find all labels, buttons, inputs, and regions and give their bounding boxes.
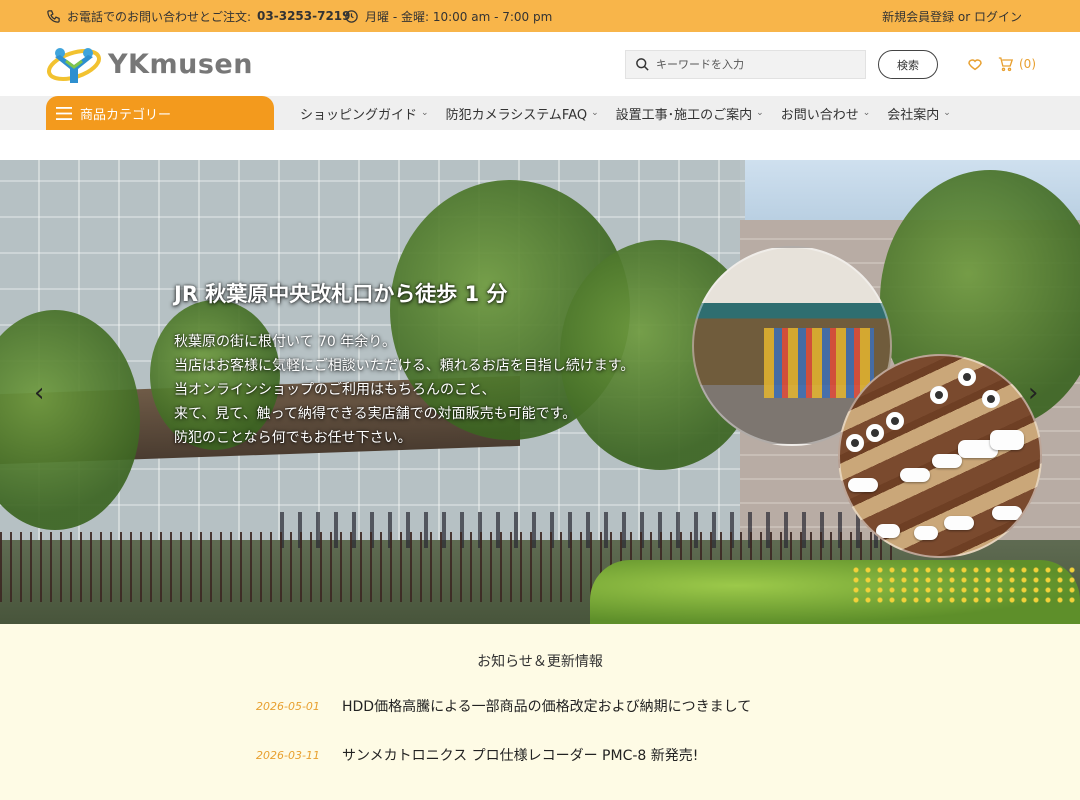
nav-item-company[interactable]: 会社案内 ⌄ [887,104,951,123]
business-hours: 月曜 - 金曜: 10:00 am - 7:00 pm [344,0,552,32]
chevron-down-icon: ⌄ [421,108,429,118]
news-item[interactable]: 2026-03-11 サンメカトロニクス プロ仕様レコーダー PMC-8 新発売… [0,743,1080,769]
bullet-camera [992,506,1022,520]
or-text: or [954,9,974,24]
nav-menu: ショッピングガイド ⌄ 防犯カメラシステムFAQ ⌄ 設置工事･施工のご案内 ⌄ お問… [300,96,968,130]
bullet-camera [876,524,900,538]
nav-item-installation[interactable]: 設置工事･施工のご案内 ⌄ [616,104,764,123]
dome-camera [866,424,884,442]
search-button[interactable]: 検索 [878,50,938,79]
slider-prev-arrow-icon[interactable]: ‹ [34,378,44,408]
chevron-down-icon: ⌄ [943,108,951,118]
chevron-down-icon: ⌄ [591,108,599,118]
search-icon [636,58,649,71]
news-date: 2026-05-01 [256,700,320,713]
dome-camera [958,368,976,386]
nav-item-label: 設置工事･施工のご案内 [615,107,753,123]
bullet-camera [900,468,930,482]
phone-icon [47,9,60,23]
nav-item-label: ショッピングガイド [300,107,418,123]
news-item[interactable]: 2026-05-01 HDD価格高騰による一部商品の価格改定および納期につきまし… [0,694,1080,720]
camera-display-photo [838,354,1042,558]
search-input[interactable] [656,58,856,71]
register-link[interactable]: 新規会員登録 [882,10,954,24]
nav-item-faq[interactable]: 防犯カメラシステムFAQ ⌄ [446,104,599,123]
hero-line: 秋葉原の街に根付いて 70 年余り。 [174,334,397,350]
heart-icon [968,59,982,71]
chevron-down-icon: ⌄ [862,108,871,118]
dome-camera [846,434,864,452]
hero-line: 当オンラインショップのご利用はもちろんのこと、 [174,382,496,398]
category-menu-label: 商品カテゴリー [80,107,172,123]
phone-info: お電話でのお問い合わせとご注文: 03-3253-7219 [46,0,351,32]
main-nav: 商品カテゴリー ショッピングガイド ⌄ 防犯カメラシステムFAQ ⌄ 設置工事･施工… [0,96,1080,130]
news-date: 2026-03-11 [256,749,320,762]
hero-flowers [850,565,1080,605]
site-header: YKmusen 検索 (0) [0,32,1080,96]
bullet-camera [990,430,1024,450]
clock-icon [345,9,358,23]
hero-title: JR 秋葉原中央改札口から徒歩 1 分 [174,282,508,306]
search-box [625,50,866,79]
dome-camera [982,390,1000,408]
dome-camera [930,386,948,404]
hero-line: 防犯のことなら何でもお任せ下さい。 [174,430,412,446]
news-title: お知らせ＆更新情報 [477,654,603,670]
nav-item-contact[interactable]: お問い合わせ ⌄ [781,104,871,123]
top-info-bar: お電話でのお問い合わせとご注文: 03-3253-7219 月曜 - 金曜: 1… [0,0,1080,32]
phone-number[interactable]: 03-3253-7219 [257,9,350,23]
bullet-camera [944,516,974,530]
phone-label: お電話でのお問い合わせとご注文: [67,9,252,24]
bullet-camera [932,454,962,468]
hero-line: 当店はお客様に気軽にご相談いただける、頼れるお店を目指し続けます。 [174,358,635,374]
nav-item-label: お問い合わせ [780,107,859,123]
bullet-camera [914,526,938,540]
site-logo[interactable]: YKmusen [46,42,253,86]
dome-camera [886,412,904,430]
hero-text: JR 秋葉原中央改札口から徒歩 1 分 秋葉原の街に根付いて 70 年余り。 当… [174,278,634,450]
chevron-down-icon: ⌄ [756,108,764,118]
news-section: お知らせ＆更新情報 2026-05-01 HDD価格高騰による一部商品の価格改定… [0,624,1080,800]
hamburger-icon [56,106,72,120]
hours-text: 月曜 - 金曜: 10:00 am - 7:00 pm [365,9,553,24]
cart-button[interactable]: (0) [997,56,1036,72]
hero-slider: JR 秋葉原中央改札口から徒歩 1 分 秋葉原の街に根付いて 70 年余り。 当… [0,160,1080,624]
logo-mark-icon [46,48,102,83]
cart-count: (0) [1019,57,1036,71]
wishlist-button[interactable] [967,56,983,76]
bullet-camera [848,478,878,492]
nav-item-label: 会社案内 [887,107,940,123]
cart-icon [998,57,1014,72]
nav-item-shopping-guide[interactable]: ショッピングガイド ⌄ [300,104,429,123]
category-menu-button[interactable]: 商品カテゴリー [46,96,274,130]
news-link[interactable]: HDD価格高騰による一部商品の価格改定および納期につきまして [342,696,751,716]
news-link[interactable]: サンメカトロニクス プロ仕様レコーダー PMC-8 新発売! [342,745,698,765]
login-link[interactable]: ログイン [974,10,1022,24]
store-shelf [764,328,874,398]
hero-line: 来て、見て、触って納得できる実店舗での対面販売も可能です。 [174,406,577,422]
account-links: 新規会員登録 or ログイン [882,0,1022,32]
logo-text: YKmusen [108,48,253,80]
slider-next-arrow-icon[interactable]: › [1028,378,1038,408]
nav-item-label: 防犯カメラシステムFAQ [445,107,588,123]
